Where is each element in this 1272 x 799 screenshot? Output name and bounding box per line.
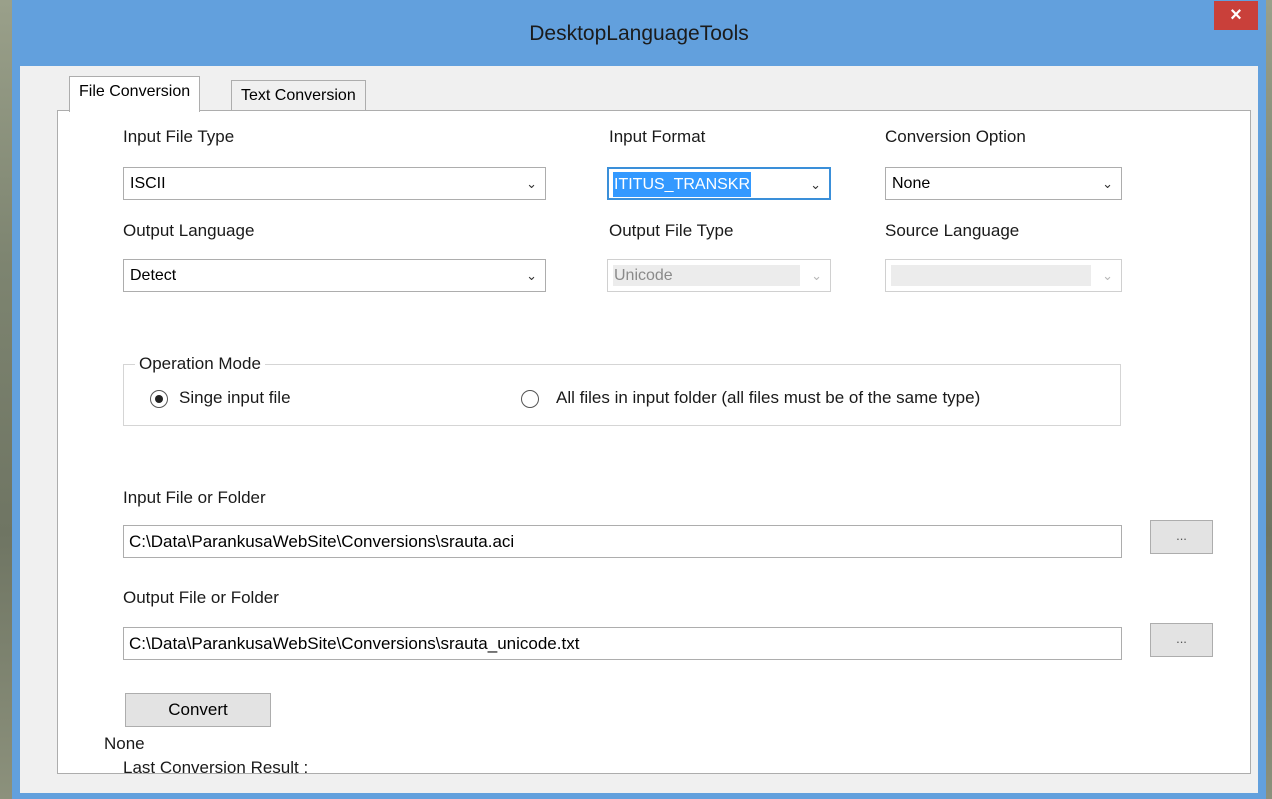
output-file-type-label: Output File Type	[609, 221, 734, 240]
single-file-radio[interactable]	[150, 390, 168, 408]
input-path-field[interactable]: C:\Data\ParankusaWebSite\Conversions\sra…	[123, 525, 1122, 558]
output-language-value: Detect	[130, 267, 177, 284]
all-files-radio-label[interactable]: All files in input folder (all files mus…	[556, 388, 980, 408]
title-bar[interactable]: DesktopLanguageTools ×	[12, 0, 1266, 66]
output-path-label: Output File or Folder	[123, 588, 279, 607]
file-conversion-panel: Input File Type Input Format Conversion …	[57, 110, 1251, 777]
radio-selected-dot	[155, 395, 163, 403]
desktop-background	[0, 0, 12, 799]
window-client-area: File Conversion Text Conversion Input Fi…	[20, 66, 1258, 793]
output-file-type-select: Unicode ⌄	[607, 259, 831, 292]
output-language-label: Output Language	[123, 221, 255, 240]
chevron-down-icon: ⌄	[811, 268, 822, 283]
tab-text-conversion[interactable]: Text Conversion	[231, 80, 366, 110]
input-format-label: Input Format	[609, 127, 706, 146]
operation-mode-group: Operation Mode Singe input file All file…	[123, 354, 1121, 426]
result-label: Last Conversion Result :	[123, 758, 309, 777]
input-format-select[interactable]: ITITUS_TRANSKR ⌄	[607, 167, 831, 200]
output-language-select[interactable]: Detect ⌄	[123, 259, 546, 292]
app-window: DesktopLanguageTools × File Conversion T…	[12, 0, 1266, 799]
input-path-label: Input File or Folder	[123, 488, 266, 507]
result-value: None	[104, 734, 145, 753]
conversion-option-label: Conversion Option	[885, 127, 1026, 146]
input-file-type-label: Input File Type	[123, 127, 235, 146]
input-format-value: ITITUS_TRANSKR	[613, 172, 752, 197]
chevron-down-icon: ⌄	[526, 176, 537, 191]
chevron-down-icon: ⌄	[810, 177, 821, 192]
input-browse-button[interactable]: ...	[1150, 520, 1213, 554]
window-title: DesktopLanguageTools	[529, 22, 749, 45]
output-browse-button[interactable]: ...	[1150, 623, 1213, 657]
conversion-option-select[interactable]: None ⌄	[885, 167, 1122, 200]
conversion-option-value: None	[892, 175, 931, 192]
chevron-down-icon: ⌄	[1102, 268, 1113, 283]
all-files-radio[interactable]	[521, 390, 539, 408]
close-icon: ×	[1230, 4, 1242, 26]
input-file-type-select[interactable]: ISCII ⌄	[123, 167, 546, 200]
input-file-type-value: ISCII	[130, 175, 166, 192]
chevron-down-icon: ⌄	[1102, 176, 1113, 191]
disabled-fill	[891, 265, 1091, 286]
chevron-down-icon: ⌄	[526, 268, 537, 283]
single-file-radio-label[interactable]: Singe input file	[179, 388, 291, 408]
desktop-background-right	[1266, 0, 1272, 799]
output-file-type-value: Unicode	[614, 267, 673, 284]
output-path-field[interactable]: C:\Data\ParankusaWebSite\Conversions\sra…	[123, 627, 1122, 660]
close-button[interactable]: ×	[1214, 1, 1258, 30]
convert-button[interactable]: Convert	[125, 693, 271, 727]
operation-mode-title: Operation Mode	[135, 354, 265, 374]
tab-file-conversion[interactable]: File Conversion	[69, 76, 201, 112]
source-language-select: ⌄	[885, 259, 1122, 292]
source-language-label: Source Language	[885, 221, 1020, 240]
